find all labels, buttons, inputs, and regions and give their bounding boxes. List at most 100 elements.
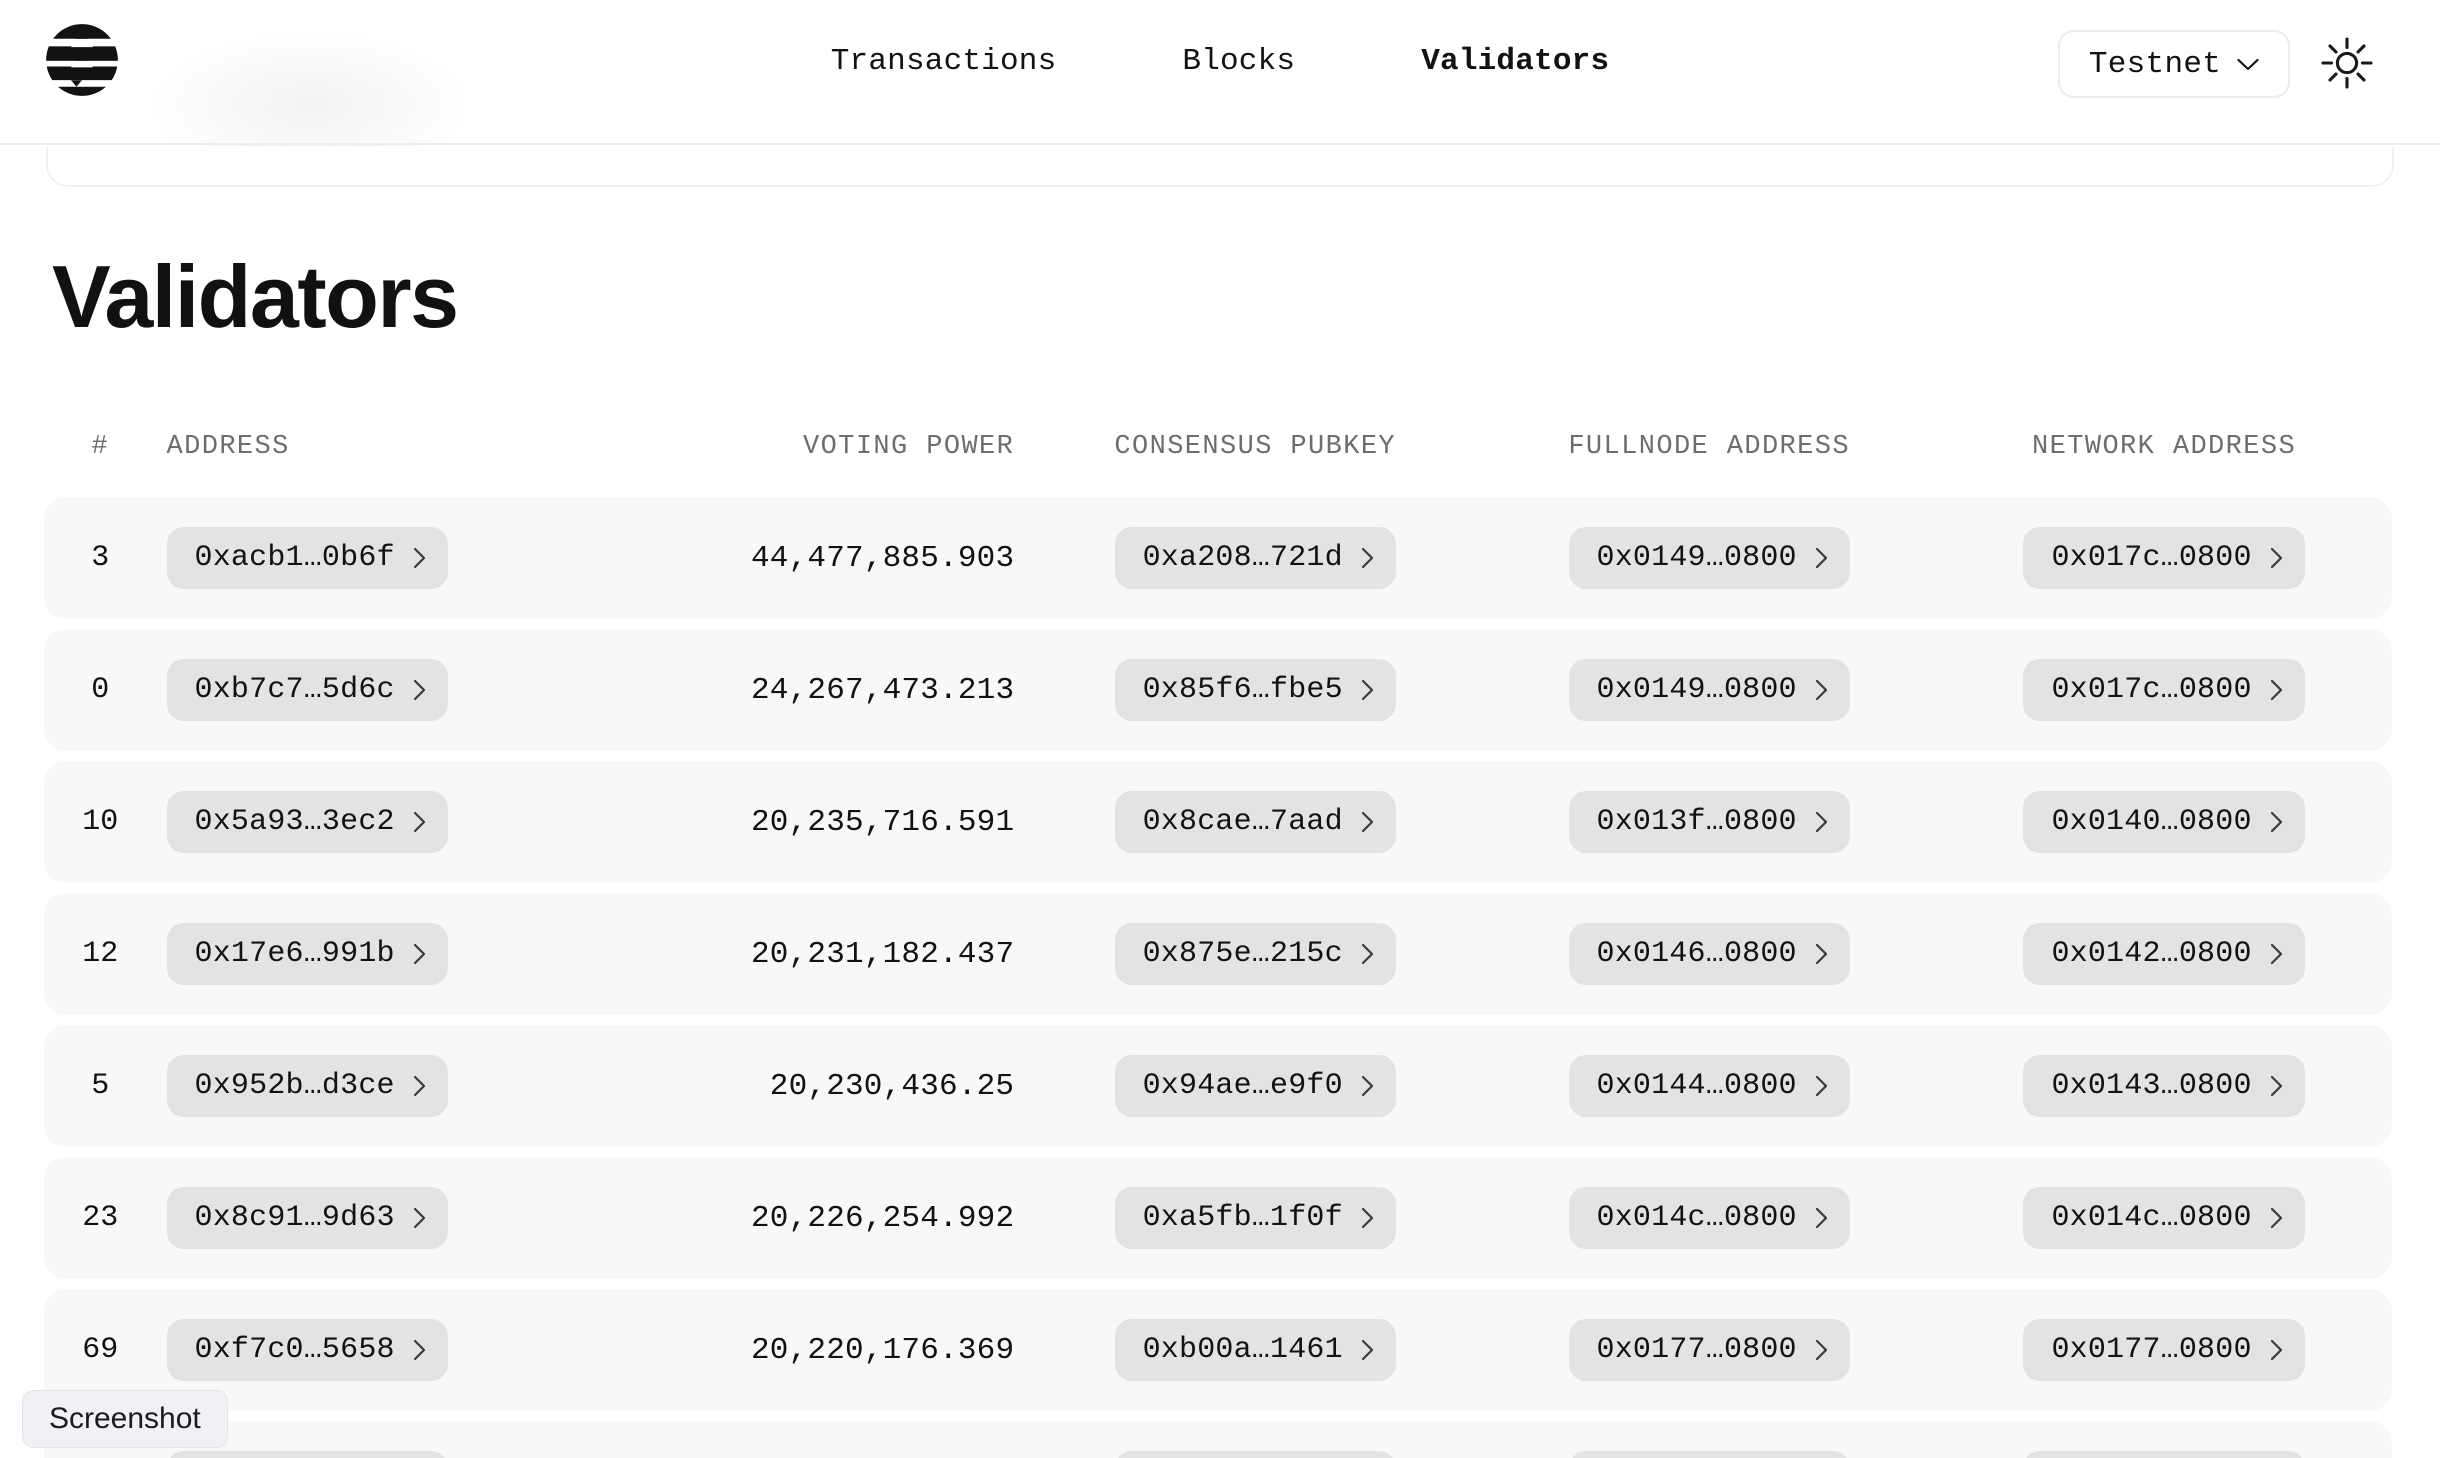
validator-address-pill[interactable]: 0xf7c0…5658 bbox=[167, 1319, 448, 1381]
voting-power-value: 20,220,176.369 bbox=[751, 1333, 1014, 1368]
validator-address-pill[interactable]: 0x1d34…d1d0 bbox=[167, 1451, 448, 1458]
chevron-right-icon bbox=[1361, 1075, 1374, 1097]
chevron-right-icon bbox=[413, 547, 426, 569]
consensus-pubkey-pill[interactable]: 0xb00a…1461 bbox=[1115, 1319, 1396, 1381]
network-address-pill-text: 0x0142…0800 bbox=[2051, 937, 2251, 971]
table-row[interactable]: 120x17e6…991b20,231,182.4370x875e…215c0x… bbox=[44, 893, 2392, 1015]
validator-address-pill[interactable]: 0x952b…d3ce bbox=[167, 1055, 448, 1117]
table-row[interactable]: 69 0xf7c0…5658 20,220,176.369 0xb00a…1461 0x… bbox=[44, 1289, 2392, 1411]
validator-address-pill[interactable]: 0x8c91…9d63 bbox=[167, 1187, 448, 1249]
validator-address-pill-text: 0xacb1…0b6f bbox=[195, 541, 395, 575]
chevron-right-icon bbox=[1361, 811, 1374, 833]
table-body: 30xacb1…0b6f44,477,885.9030xa208…721d0x0… bbox=[44, 497, 2392, 1458]
fullnode-address-pill[interactable]: 0x0177…0800 bbox=[1569, 1319, 1850, 1381]
consensus-pubkey-pill-text: 0xa208…721d bbox=[1143, 541, 1343, 575]
network-address-pill[interactable]: 0x0150…0800 bbox=[2023, 1451, 2304, 1458]
validator-address-pill-text: 0x5a93…3ec2 bbox=[195, 805, 395, 839]
fullnode-address-pill-text: 0x0146…0800 bbox=[1597, 937, 1797, 971]
consensus-pubkey-pill[interactable]: 0x875e…215c bbox=[1115, 923, 1396, 985]
chevron-down-icon bbox=[2237, 58, 2259, 71]
fullnode-address-pill-text: 0x0144…0800 bbox=[1597, 1069, 1797, 1103]
chevron-right-icon bbox=[413, 1339, 426, 1361]
nav-item-validators[interactable]: Validators bbox=[1421, 46, 1609, 77]
validator-address-pill[interactable]: 0x5a93…3ec2 bbox=[167, 791, 448, 853]
theme-toggle-button[interactable] bbox=[2316, 34, 2378, 96]
validator-address-pill-text: 0x8c91…9d63 bbox=[195, 1201, 395, 1235]
row-index: 5 bbox=[91, 1069, 109, 1103]
chevron-right-icon bbox=[1815, 1207, 1828, 1229]
column-header-network-address: NETWORK ADDRESS bbox=[1936, 432, 2392, 462]
table-row[interactable]: 00xb7c7…5d6c24,267,473.2130x85f6…fbe50x0… bbox=[44, 629, 2392, 751]
fullnode-address-pill[interactable]: 0x0152…0800 bbox=[1569, 1451, 1850, 1458]
nav-item-transactions[interactable]: Transactions bbox=[831, 46, 1057, 77]
voting-power-value: 20,231,182.437 bbox=[751, 937, 1014, 972]
consensus-pubkey-pill[interactable]: 0x8cae…7aad bbox=[1115, 791, 1396, 853]
network-address-pill[interactable]: 0x0140…0800 bbox=[2023, 791, 2304, 853]
chevron-right-icon bbox=[413, 943, 426, 965]
consensus-pubkey-pill-text: 0xa5fb…1f0f bbox=[1143, 1201, 1343, 1235]
network-selector[interactable]: Testnet bbox=[2058, 30, 2290, 98]
row-index: 10 bbox=[82, 805, 118, 839]
fullnode-address-pill[interactable]: 0x0149…0800 bbox=[1569, 659, 1850, 721]
validator-address-pill[interactable]: 0xb7c7…5d6c bbox=[167, 659, 448, 721]
table-header-row: # ADDRESS VOTING POWER CONSENSUS PUBKEY … bbox=[44, 415, 2392, 479]
nav-item-blocks[interactable]: Blocks bbox=[1182, 46, 1295, 77]
validator-address-pill[interactable]: 0x17e6…991b bbox=[167, 923, 448, 985]
logo-glow-decoration bbox=[150, 30, 470, 180]
validator-address-pill[interactable]: 0xacb1…0b6f bbox=[167, 527, 448, 589]
sun-icon bbox=[2319, 35, 2375, 96]
search-panel-edge bbox=[46, 147, 2394, 187]
column-header-voting-power: VOTING POWER bbox=[620, 432, 1028, 462]
consensus-pubkey-pill[interactable]: 0x85f6…fbe5 bbox=[1115, 659, 1396, 721]
chevron-right-icon bbox=[2270, 811, 2283, 833]
table-row[interactable]: 30xacb1…0b6f44,477,885.9030xa208…721d0x0… bbox=[44, 497, 2392, 619]
table-row[interactable]: 0x1d34…d1d020,193,577.9070x8cb9…30f00x01… bbox=[44, 1421, 2392, 1458]
table-row[interactable]: 100x5a93…3ec220,235,716.5910x8cae…7aad0x… bbox=[44, 761, 2392, 883]
chevron-right-icon bbox=[2270, 1075, 2283, 1097]
consensus-pubkey-pill[interactable]: 0x94ae…e9f0 bbox=[1115, 1055, 1396, 1117]
chevron-right-icon bbox=[2270, 1339, 2283, 1361]
fullnode-address-pill[interactable]: 0x013f…0800 bbox=[1569, 791, 1850, 853]
chevron-right-icon bbox=[1815, 811, 1828, 833]
consensus-pubkey-pill[interactable]: 0xa208…721d bbox=[1115, 527, 1396, 589]
network-address-pill[interactable]: 0x0177…0800 bbox=[2023, 1319, 2304, 1381]
network-address-pill[interactable]: 0x017c…0800 bbox=[2023, 659, 2304, 721]
table-row[interactable]: 50x952b…d3ce20,230,436.250x94ae…e9f00x01… bbox=[44, 1025, 2392, 1147]
brand-logo-link[interactable] bbox=[36, 14, 128, 106]
network-address-pill[interactable]: 0x0143…0800 bbox=[2023, 1055, 2304, 1117]
fullnode-address-pill[interactable]: 0x014c…0800 bbox=[1569, 1187, 1850, 1249]
network-address-pill[interactable]: 0x017c…0800 bbox=[2023, 527, 2304, 589]
validator-address-pill-text: 0x952b…d3ce bbox=[195, 1069, 395, 1103]
chevron-right-icon bbox=[1815, 547, 1828, 569]
network-address-pill-text: 0x0177…0800 bbox=[2051, 1333, 2251, 1367]
chevron-right-icon bbox=[413, 811, 426, 833]
screenshot-badge: Screenshot bbox=[22, 1390, 228, 1448]
consensus-pubkey-pill[interactable]: 0x8cb9…30f0 bbox=[1115, 1451, 1396, 1458]
chevron-right-icon bbox=[2270, 547, 2283, 569]
consensus-pubkey-pill-text: 0x8cae…7aad bbox=[1143, 805, 1343, 839]
fullnode-address-pill[interactable]: 0x0146…0800 bbox=[1569, 923, 1850, 985]
network-selector-value: Testnet bbox=[2089, 49, 2221, 80]
chevron-right-icon bbox=[1361, 943, 1374, 965]
column-header-consensus-pubkey: CONSENSUS PUBKEY bbox=[1028, 432, 1482, 462]
consensus-pubkey-pill[interactable]: 0xa5fb…1f0f bbox=[1115, 1187, 1396, 1249]
fullnode-address-pill[interactable]: 0x0144…0800 bbox=[1569, 1055, 1850, 1117]
consensus-pubkey-pill-text: 0x875e…215c bbox=[1143, 937, 1343, 971]
fullnode-address-pill-text: 0x0149…0800 bbox=[1597, 673, 1797, 707]
chevron-right-icon bbox=[1361, 547, 1374, 569]
chevron-right-icon bbox=[2270, 679, 2283, 701]
fullnode-address-pill-text: 0x013f…0800 bbox=[1597, 805, 1797, 839]
network-address-pill[interactable]: 0x014c…0800 bbox=[2023, 1187, 2304, 1249]
network-address-pill[interactable]: 0x0142…0800 bbox=[2023, 923, 2304, 985]
row-index: 69 bbox=[82, 1333, 118, 1367]
chevron-right-icon bbox=[1361, 1207, 1374, 1229]
page-title: Validators bbox=[52, 253, 2396, 341]
fullnode-address-pill[interactable]: 0x0149…0800 bbox=[1569, 527, 1850, 589]
table-row[interactable]: 230x8c91…9d6320,226,254.9920xa5fb…1f0f0x… bbox=[44, 1157, 2392, 1279]
voting-power-value: 20,226,254.992 bbox=[751, 1201, 1014, 1236]
chevron-right-icon bbox=[413, 679, 426, 701]
validator-address-pill-text: 0xf7c0…5658 bbox=[195, 1333, 395, 1367]
chevron-right-icon bbox=[413, 1207, 426, 1229]
page-content: Validators # ADDRESS VOTING POWER CONSEN… bbox=[0, 253, 2440, 1458]
supra-circle-logo-icon bbox=[36, 14, 128, 106]
